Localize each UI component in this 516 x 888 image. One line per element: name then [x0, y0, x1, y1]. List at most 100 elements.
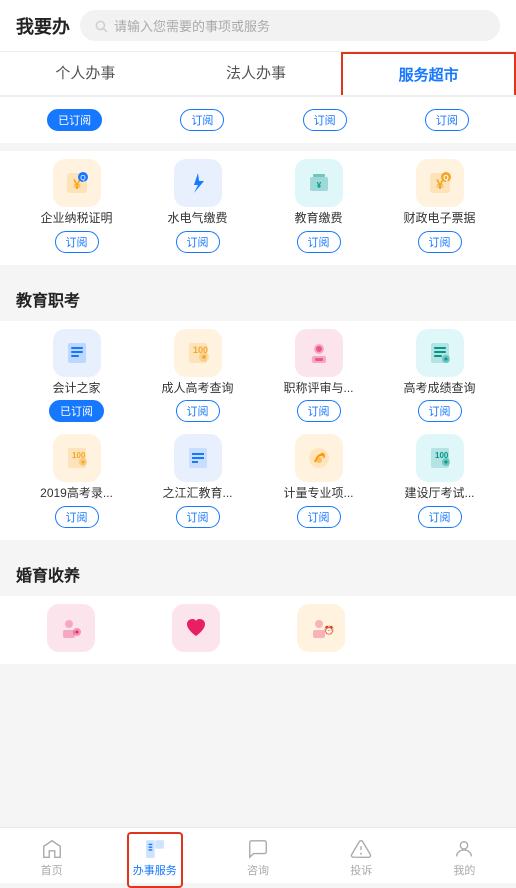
service-name: 高考成绩查询: [403, 381, 475, 397]
tab-service[interactable]: 服务超市: [341, 52, 516, 95]
tax-icon: ¥ Q: [63, 169, 91, 197]
list-item: ⏰: [258, 604, 383, 652]
nav-item-mine[interactable]: 我的: [413, 834, 516, 878]
svg-text:Q: Q: [443, 175, 449, 182]
service-icon-m1: [47, 604, 95, 652]
service-icon-adult-exam: 100: [174, 329, 222, 377]
finance-icon: ¥ Q: [426, 169, 454, 197]
subscribe-button[interactable]: 已订阅: [47, 109, 102, 131]
list-item: ¥ Q 企业纳税证明 订阅: [16, 159, 137, 253]
m1-icon: [57, 614, 85, 642]
tab-legal[interactable]: 法人办事: [171, 52, 342, 95]
finance-services-section: ¥ Q 企业纳税证明 订阅 水电气缴费 订阅: [0, 151, 516, 265]
list-item: 100 建设厅考试... 订阅: [379, 434, 500, 528]
subscribe-button[interactable]: 订阅: [418, 231, 462, 253]
subscribe-button[interactable]: 订阅: [180, 109, 224, 131]
service-icon-title-eval: [295, 329, 343, 377]
list-item: 订阅: [425, 109, 469, 131]
nav-item-complaint[interactable]: 投诉: [310, 834, 413, 878]
gaokao-icon: [426, 339, 454, 367]
list-item: [133, 604, 258, 652]
list-item: 职称评审与... 订阅: [258, 329, 379, 423]
service-name: 职称评审与...: [283, 381, 353, 397]
home-icon: [41, 838, 63, 860]
subscribe-button[interactable]: 订阅: [418, 506, 462, 528]
service-icon-tax: ¥ Q: [53, 159, 101, 207]
service-name: 企业纳税证明: [40, 211, 112, 227]
service-icon-measure: [295, 434, 343, 482]
search-bar[interactable]: 请输入您需要的事项或服务: [80, 10, 500, 41]
subscribe-button[interactable]: 订阅: [55, 231, 99, 253]
service-name: 会计之家: [52, 381, 100, 397]
marriage-section-title: 婚育收养: [0, 548, 516, 596]
service-name: 计量专业项...: [283, 486, 353, 502]
subscribe-button[interactable]: 订阅: [297, 231, 341, 253]
subscribe-button[interactable]: 订阅: [303, 109, 347, 131]
service-icon-zhijiang: [174, 434, 222, 482]
service-icon-finance: ¥ Q: [416, 159, 464, 207]
utility-icon: [184, 169, 212, 197]
subscribe-button[interactable]: 订阅: [418, 400, 462, 422]
list-item: 100 2019高考录... 订阅: [16, 434, 137, 528]
content-area: 已订阅 订阅 订阅 订阅 ¥ Q: [0, 97, 516, 828]
service-name: 成人高考查询: [161, 381, 233, 397]
title-eval-icon: [305, 339, 333, 367]
nav-label-services: 办事服务: [133, 862, 177, 878]
service-name: 之江汇教育...: [162, 486, 232, 502]
service-icon-accounting: [53, 329, 101, 377]
service-icon-utility: [174, 159, 222, 207]
edu-services-section: 会计之家 已订阅 100 成人高考查询 订阅: [0, 321, 516, 540]
list-item: 订阅: [303, 109, 347, 131]
measure-icon: [305, 444, 333, 472]
m3-icon: ⏰: [307, 614, 335, 642]
subscribe-button[interactable]: 订阅: [176, 231, 220, 253]
service-icon-gaokao: [416, 329, 464, 377]
nav-label-mine: 我的: [453, 862, 475, 878]
bottom-nav: 首页 办事服务 咨询 投诉 我的: [0, 827, 516, 883]
subscribe-button[interactable]: 订阅: [55, 506, 99, 528]
nav-item-home[interactable]: 首页: [0, 834, 103, 878]
complaint-icon: [350, 838, 372, 860]
top-services-row: 已订阅 订阅 订阅 订阅: [0, 97, 516, 143]
zhijiang-icon: [184, 444, 212, 472]
svg-text:Q: Q: [80, 175, 86, 182]
nav-label-consult: 咨询: [247, 862, 269, 878]
mine-icon: [453, 838, 475, 860]
tab-personal[interactable]: 个人办事: [0, 52, 171, 95]
search-icon: [94, 19, 108, 33]
list-item: 订阅: [180, 109, 224, 131]
subscribe-button[interactable]: 订阅: [297, 400, 341, 422]
service-icon-gaokao2019: 100: [53, 434, 101, 482]
service-icon-construction: 100: [416, 434, 464, 482]
service-name: 2019高考录...: [40, 486, 113, 502]
svg-text:⏰: ⏰: [324, 625, 334, 635]
subscribe-button[interactable]: 订阅: [176, 400, 220, 422]
construction-icon: 100: [426, 444, 454, 472]
page-title: 我要办: [16, 13, 70, 39]
subscribe-button[interactable]: 订阅: [297, 506, 341, 528]
nav-item-services[interactable]: 办事服务: [103, 834, 206, 878]
list-item: 100 成人高考查询 订阅: [137, 329, 258, 423]
subscribe-button[interactable]: 已订阅: [49, 400, 104, 422]
search-placeholder: 请输入您需要的事项或服务: [114, 16, 270, 35]
list-item: 水电气缴费 订阅: [137, 159, 258, 253]
service-name: 建设厅考试...: [404, 486, 474, 502]
list-item: 计量专业项... 订阅: [258, 434, 379, 528]
tabs-bar: 个人办事 法人办事 服务超市: [0, 52, 516, 97]
svg-text:¥: ¥: [316, 181, 321, 190]
service-name: 财政电子票据: [403, 211, 475, 227]
list-item: 高考成绩查询 订阅: [379, 329, 500, 423]
list-item: [8, 604, 133, 652]
nav-item-consult[interactable]: 咨询: [206, 834, 309, 878]
service-icon-m3: ⏰: [297, 604, 345, 652]
list-item: ¥ Q 财政电子票据 订阅: [379, 159, 500, 253]
service-icon-m2: [172, 604, 220, 652]
adult-exam-icon: 100: [184, 339, 212, 367]
service-icon-edu-fee: ¥: [295, 159, 343, 207]
gaokao2019-icon: 100: [63, 444, 91, 472]
consult-icon: [247, 838, 269, 860]
subscribe-button[interactable]: 订阅: [176, 506, 220, 528]
nav-label-home: 首页: [41, 862, 63, 878]
marriage-services-section: ⏰: [0, 596, 516, 664]
subscribe-button[interactable]: 订阅: [425, 109, 469, 131]
